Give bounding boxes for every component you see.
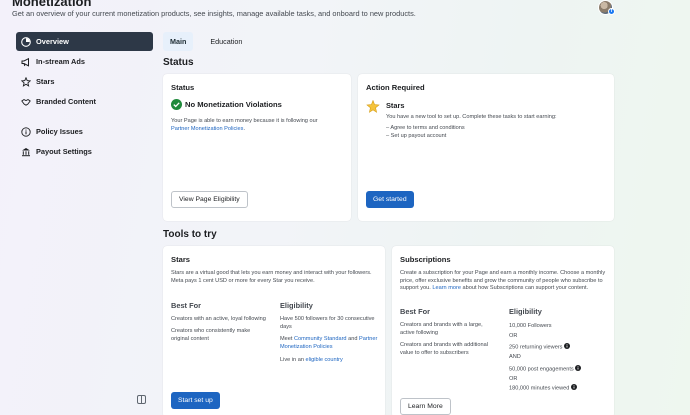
subs-eligibility-title: Eligibility bbox=[509, 307, 542, 316]
list-item: – Agree to terms and conditions bbox=[386, 125, 465, 131]
eligible-country-link[interactable]: eligible country bbox=[306, 357, 343, 363]
info-icon bbox=[575, 364, 582, 371]
subscriptions-card-title: Subscriptions bbox=[400, 255, 451, 264]
subs-best-for-title: Best For bbox=[400, 307, 430, 316]
stars-card-title: Stars bbox=[171, 255, 190, 264]
megaphone-icon bbox=[21, 57, 31, 67]
list-item: 250 returning viewers bbox=[509, 343, 609, 353]
tools-section-title: Tools to try bbox=[163, 229, 217, 240]
get-started-button[interactable]: Get started bbox=[366, 191, 414, 208]
list-item: 10,000 Followers bbox=[509, 323, 552, 329]
list-item: Creators and brands with additional valu… bbox=[400, 342, 488, 356]
status-card: Status No Monetization Violations Your P… bbox=[163, 74, 351, 221]
tab-main[interactable]: Main bbox=[163, 32, 194, 51]
list-item: OR bbox=[509, 375, 518, 382]
eligibility-text: Meet bbox=[280, 336, 293, 342]
learn-more-button[interactable]: Learn More bbox=[400, 398, 451, 415]
list-item: AND bbox=[509, 354, 521, 360]
sidebar-item-label: Overview bbox=[36, 37, 69, 46]
sidebar-item-stars[interactable]: Stars bbox=[16, 72, 153, 91]
community-standard-link[interactable]: Community Standard bbox=[294, 336, 347, 342]
eligibility-text: Live in an bbox=[280, 357, 304, 363]
list-item: Creators and brands with a large, active… bbox=[400, 322, 483, 336]
status-description: Your Page is able to earn money because … bbox=[171, 118, 318, 124]
facebook-badge-icon: f bbox=[608, 8, 615, 15]
action-required-card: Action Required Stars You have a new too… bbox=[358, 74, 614, 221]
page-title: Monetization bbox=[12, 0, 92, 9]
action-required-title: Action Required bbox=[366, 83, 425, 92]
sidebar-item-label: Branded Content bbox=[36, 97, 96, 106]
sidebar: Overview In-stream Ads Stars Branded Con… bbox=[16, 32, 153, 162]
learn-more-link[interactable]: Learn more bbox=[432, 285, 461, 291]
tab-bar: Main Education bbox=[163, 32, 259, 51]
status-section-title: Status bbox=[163, 57, 194, 68]
star-icon bbox=[21, 76, 31, 87]
page-subtitle: Get an overview of your current monetiza… bbox=[12, 9, 416, 18]
action-item-title: Stars bbox=[386, 101, 405, 110]
stars-best-for-title: Best For bbox=[171, 301, 201, 310]
stars-eligibility-title: Eligibility bbox=[280, 301, 313, 310]
list-item: – Set up payout account bbox=[386, 132, 447, 139]
eligibility-text: 250 returning viewers bbox=[509, 344, 563, 351]
stars-tool-card: Stars Stars are a virtual good that lets… bbox=[163, 246, 385, 415]
sidebar-item-label: Policy Issues bbox=[36, 127, 83, 136]
handshake-icon bbox=[21, 97, 31, 107]
info-icon bbox=[21, 126, 31, 137]
bank-icon bbox=[21, 147, 31, 157]
sidebar-item-label: In-stream Ads bbox=[36, 57, 86, 66]
violations-status: No Monetization Violations bbox=[185, 100, 282, 109]
action-item-description: You have a new tool to set up. Complete … bbox=[386, 114, 557, 120]
sidebar-item-overview[interactable]: Overview bbox=[16, 32, 153, 51]
sidebar-item-branded-content[interactable]: Branded Content bbox=[16, 92, 153, 111]
sidebar-item-policy-issues[interactable]: Policy Issues bbox=[16, 122, 153, 141]
sidebar-item-label: Payout Settings bbox=[36, 147, 92, 156]
overview-icon bbox=[21, 36, 31, 47]
check-circle-icon bbox=[171, 99, 182, 110]
stars-description: Stars are a virtual good that lets you e… bbox=[171, 270, 372, 284]
list-item: Creators who consistently make original … bbox=[171, 328, 251, 342]
eligibility-list: 10,000 Followers OR 250 returning viewer… bbox=[509, 322, 609, 394]
list-item: Have 500 followers for 30 consecutive da… bbox=[280, 316, 375, 330]
sidebar-divider bbox=[16, 112, 153, 122]
subscriptions-tool-card: Subscriptions Create a subscription for … bbox=[392, 246, 614, 415]
view-page-eligibility-button[interactable]: View Page Eligibility bbox=[171, 191, 248, 208]
list-item: Creators with an active, loyal following bbox=[171, 316, 266, 322]
subscriptions-description: Create a subscription for your Page and … bbox=[400, 270, 610, 293]
partner-policies-link[interactable]: Partner Monetization Policies bbox=[171, 126, 243, 132]
collapse-sidebar-icon[interactable] bbox=[137, 395, 146, 404]
sidebar-item-payout-settings[interactable]: Payout Settings bbox=[16, 142, 153, 161]
status-card-title: Status bbox=[171, 83, 195, 92]
eligibility-text: 50,000 post engagements bbox=[509, 366, 574, 372]
list-item: Live in an eligible country bbox=[280, 357, 380, 365]
task-list: – Agree to terms and conditions – Set up… bbox=[386, 125, 465, 140]
list-item: 50,000 post engagements bbox=[509, 364, 609, 375]
sidebar-item-in-stream-ads[interactable]: In-stream Ads bbox=[16, 52, 153, 71]
list-item: Meet Community Standard and Partner Mone… bbox=[280, 336, 380, 351]
eligibility-text: 180,000 minutes viewed bbox=[509, 385, 570, 392]
eligibility-text: and bbox=[348, 336, 358, 342]
tab-education[interactable]: Education bbox=[203, 32, 249, 51]
list-item: OR bbox=[509, 332, 518, 339]
stars-illustration-icon bbox=[366, 99, 380, 119]
list-item: 180,000 minutes viewed bbox=[509, 384, 609, 394]
info-icon bbox=[564, 343, 571, 349]
sidebar-item-label: Stars bbox=[36, 77, 55, 86]
info-icon bbox=[570, 384, 577, 390]
status-description-end: . bbox=[243, 125, 246, 132]
start-set-up-button[interactable]: Start set up bbox=[171, 392, 220, 409]
subscriptions-desc-end: about how Subscriptions can support your… bbox=[462, 285, 589, 291]
